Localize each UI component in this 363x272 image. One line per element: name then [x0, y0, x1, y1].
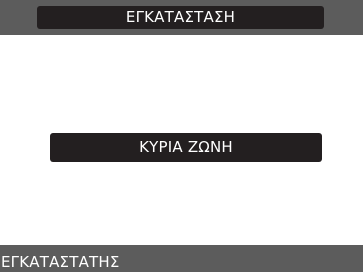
- user-role-label: ΕΓΚΑΤΑΣΤΑΤΗΣ: [1, 253, 120, 271]
- status-bar: ΕΓΚΑΤΑΣΤΑΤΗΣ: [0, 245, 363, 272]
- top-bar: ΕΓΚΑΤΑΣΤΑΣΗ: [0, 0, 363, 35]
- main-area: ΚΥΡΙΑ ΖΩΝΗ: [0, 35, 363, 245]
- screen-title: ΕΓΚΑΤΑΣΤΑΣΗ: [37, 6, 324, 29]
- main-zone-button[interactable]: ΚΥΡΙΑ ΖΩΝΗ: [50, 133, 322, 162]
